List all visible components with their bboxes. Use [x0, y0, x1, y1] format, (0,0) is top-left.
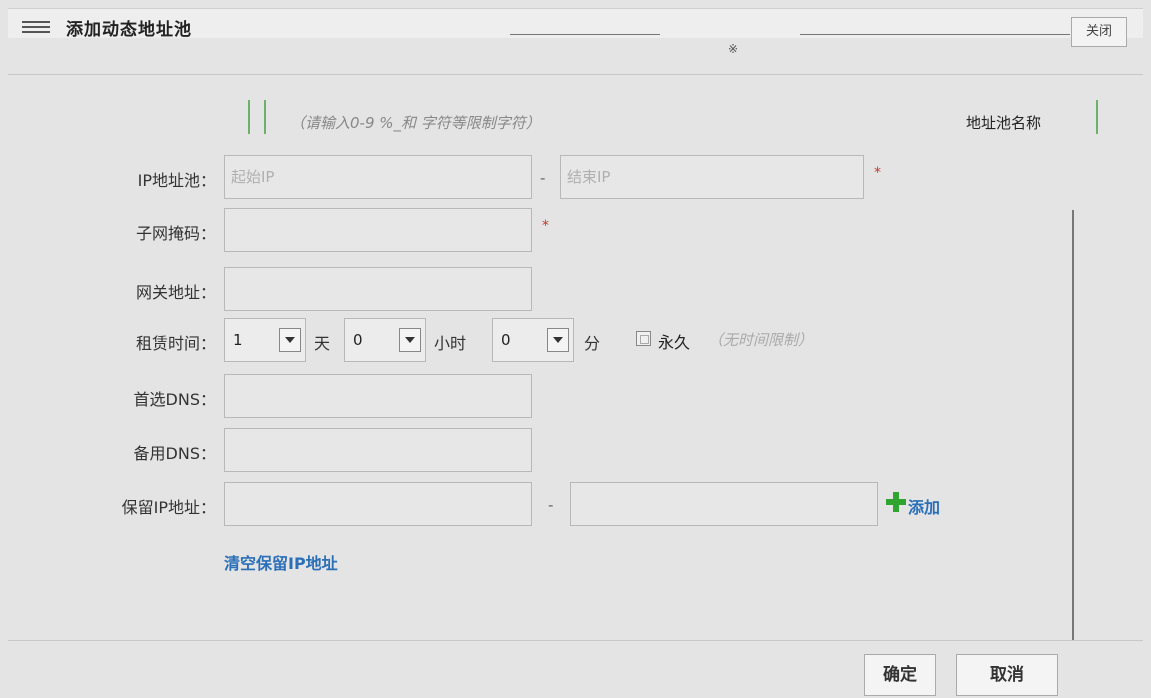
primary-dns-row: 首选DNS：	[8, 374, 1108, 418]
pool-name-label: 地址池名称	[966, 114, 1042, 132]
reserved-ip-end-input[interactable]	[570, 482, 878, 526]
subnet-mask-row: 子网掩码： *	[8, 208, 1108, 252]
permanent-checkbox[interactable]	[636, 331, 651, 346]
hours-unit: 小时	[434, 334, 467, 353]
reserved-ip-row: 保留IP地址： - 添加	[8, 482, 1108, 526]
ok-button[interactable]: 确定	[864, 654, 936, 696]
ip-pool-row: IP地址池： - *	[8, 155, 1108, 199]
end-ip-input[interactable]	[560, 155, 864, 199]
days-unit: 天	[314, 334, 331, 353]
secondary-dns-row: 备用DNS：	[8, 428, 1108, 472]
start-ip-input[interactable]	[224, 155, 532, 199]
lease-days-value: 1	[233, 331, 243, 349]
primary-dns-input[interactable]	[224, 374, 532, 418]
clear-reserved-ip-link[interactable]: 清空保留IP地址	[224, 550, 338, 574]
range-separator: -	[540, 169, 546, 187]
lease-days-select[interactable]: 1	[224, 318, 306, 362]
cancel-button[interactable]: 取消	[956, 654, 1058, 696]
required-mark: *	[874, 165, 881, 181]
required-mark: *	[542, 218, 549, 234]
lease-hours-select[interactable]: 0	[344, 318, 426, 362]
gateway-row: 网关地址：	[8, 267, 1108, 311]
subnet-mask-label: 子网掩码：	[135, 224, 216, 243]
lease-time-label: 租赁时间：	[135, 334, 216, 353]
title-divider	[800, 34, 1070, 35]
lease-minutes-value: 0	[501, 331, 511, 349]
field-marker	[1096, 100, 1098, 134]
reserved-ip-start-input[interactable]	[224, 482, 532, 526]
close-button[interactable]: 关闭	[1071, 17, 1127, 47]
chevron-down-icon[interactable]	[399, 328, 421, 352]
field-marker	[248, 100, 250, 134]
field-marker	[264, 100, 266, 134]
add-reserved-ip-link[interactable]: 添加	[908, 494, 940, 518]
primary-dns-label: 首选DNS：	[133, 390, 216, 409]
gateway-label: 网关地址：	[135, 283, 216, 302]
input-hint: （请输入0-9 %_和 字符等限制字符）	[290, 114, 541, 132]
minutes-unit: 分	[584, 334, 601, 353]
frame-edge	[1072, 210, 1074, 640]
subnet-mask-input[interactable]	[224, 208, 532, 252]
secondary-dns-input[interactable]	[224, 428, 532, 472]
lease-minutes-select[interactable]: 0	[492, 318, 574, 362]
chevron-down-icon[interactable]	[547, 328, 569, 352]
menu-icon	[22, 21, 50, 33]
header-divider	[8, 74, 1143, 75]
ip-pool-label: IP地址池：	[137, 171, 216, 190]
lease-time-row: 租赁时间： 1 天 0 小时 0 分 永久 （无时间限制）	[8, 318, 1108, 362]
secondary-dns-label: 备用DNS：	[133, 444, 216, 463]
footer-divider	[8, 640, 1143, 641]
gateway-input[interactable]	[224, 267, 532, 311]
permanent-label: 永久	[658, 333, 691, 352]
plus-icon[interactable]	[886, 492, 906, 512]
permanent-note: （无时间限制）	[708, 331, 814, 349]
hint-row: （请输入0-9 %_和 字符等限制字符） 地址池名称	[8, 94, 1143, 138]
title-divider	[510, 34, 660, 35]
dialog-title: 添加动态地址池	[66, 20, 192, 40]
lease-hours-value: 0	[353, 331, 363, 349]
chevron-down-icon[interactable]	[279, 328, 301, 352]
range-separator: -	[548, 496, 554, 514]
title-glyph: ※	[728, 42, 739, 56]
reserved-ip-label: 保留IP地址：	[121, 498, 216, 517]
